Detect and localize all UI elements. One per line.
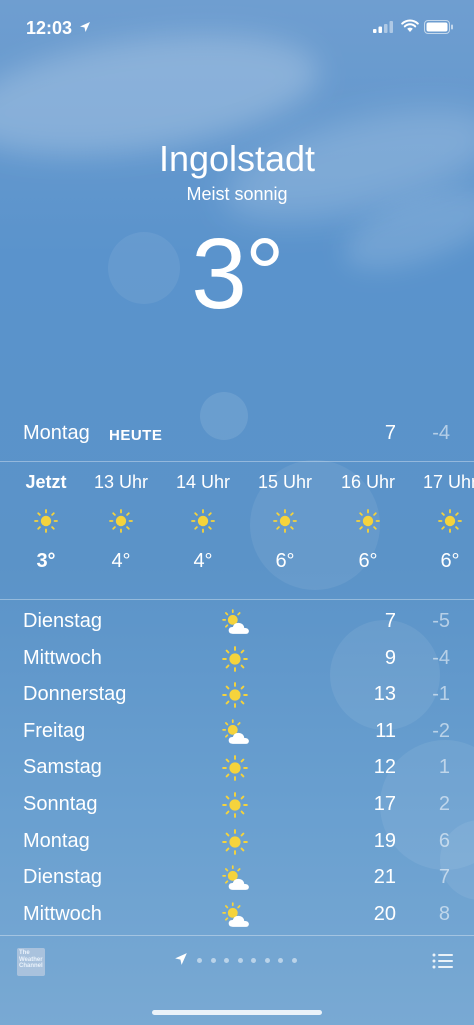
list-item: Mittwoch 9 -4 bbox=[0, 641, 474, 677]
hour-temp: 4° bbox=[111, 550, 131, 572]
hour-time: 13 Uhr bbox=[93, 472, 149, 492]
status-time: 12:03 bbox=[26, 18, 73, 38]
page-dot[interactable] bbox=[210, 958, 216, 963]
sun-icon bbox=[109, 509, 133, 533]
page-dot[interactable] bbox=[264, 958, 270, 963]
day-name: Samstag bbox=[23, 756, 102, 779]
list-item: Donnerstag 13 -1 bbox=[0, 677, 474, 713]
hour-time: 14 Uhr bbox=[175, 472, 231, 492]
today-day: Montag bbox=[23, 422, 90, 444]
hour-item: Jetzt 3° bbox=[6, 463, 86, 573]
list-item: Mittwoch 20 8 bbox=[0, 897, 474, 933]
sun-icon bbox=[191, 509, 215, 533]
weather-condition: Meist sonnig bbox=[186, 184, 288, 204]
partly-cloudy-icon bbox=[222, 902, 250, 928]
hour-time: 15 Uhr bbox=[257, 472, 313, 492]
hour-temp: 6° bbox=[275, 550, 295, 572]
hour-temp: 3° bbox=[36, 550, 56, 572]
partly-cloudy-icon bbox=[222, 609, 250, 635]
wifi-icon bbox=[401, 19, 419, 32]
hour-temp: 6° bbox=[440, 550, 460, 572]
day-name: Mittwoch bbox=[23, 646, 102, 669]
today-low: -4 bbox=[432, 422, 450, 444]
hour-time: Jetzt bbox=[25, 472, 67, 492]
sun-icon bbox=[222, 645, 248, 672]
footer-bar: The Weather Channel bbox=[0, 936, 474, 996]
list-item: Freitag 11 -2 bbox=[0, 714, 474, 750]
list-item: Samstag 12 1 bbox=[0, 750, 474, 786]
day-name: Donnerstag bbox=[23, 683, 127, 706]
hourly-forecast[interactable]: Jetzt 3° 13 Uhr 4° 14 Uhr 4° 15 Uhr 6° 1… bbox=[0, 463, 474, 597]
hour-item: 14 Uhr 4° bbox=[163, 463, 243, 573]
day-high: 17 bbox=[373, 793, 396, 815]
hour-item: 13 Uhr 4° bbox=[81, 463, 161, 573]
day-low: -1 bbox=[432, 683, 450, 706]
list-item: Dienstag 21 7 bbox=[0, 860, 474, 896]
day-low: 1 bbox=[438, 756, 450, 779]
day-low: -5 bbox=[432, 610, 450, 632]
day-high: 9 bbox=[384, 646, 396, 669]
page-dot[interactable] bbox=[278, 958, 283, 963]
hour-temp: 6° bbox=[358, 550, 378, 572]
home-indicator[interactable] bbox=[152, 1010, 322, 1015]
day-name: Freitag bbox=[23, 719, 86, 742]
list-item: Montag 19 6 bbox=[0, 824, 474, 860]
page-dot[interactable] bbox=[224, 958, 229, 963]
day-name: Mittwoch bbox=[23, 902, 102, 925]
list-item: Sonntag 17 2 bbox=[0, 787, 474, 823]
sun-icon bbox=[356, 509, 380, 533]
location-arrow-icon bbox=[80, 22, 90, 32]
day-name: Montag bbox=[23, 829, 90, 852]
day-name: Dienstag bbox=[23, 610, 102, 632]
sun-icon bbox=[222, 755, 248, 782]
day-low: 2 bbox=[438, 793, 450, 815]
day-high: 12 bbox=[373, 756, 396, 779]
hour-temp: 4° bbox=[193, 550, 213, 572]
partly-cloudy-icon bbox=[222, 865, 250, 891]
battery-icon bbox=[424, 20, 453, 34]
current-temperature: 3° bbox=[191, 218, 285, 330]
hour-item: 16 Uhr 6° bbox=[328, 463, 408, 573]
page-dot[interactable] bbox=[291, 958, 297, 963]
sun-icon bbox=[222, 682, 248, 709]
hour-item: 15 Uhr 6° bbox=[245, 463, 325, 573]
day-low: 7 bbox=[438, 866, 450, 889]
divider bbox=[0, 461, 474, 462]
day-high: 20 bbox=[373, 902, 396, 925]
hour-item: 17 Uhr 6° bbox=[410, 463, 474, 573]
list-item: Dienstag 7 -5 bbox=[0, 604, 474, 640]
day-low: -4 bbox=[432, 646, 450, 669]
hour-time: 17 Uhr bbox=[422, 472, 474, 492]
day-low: 8 bbox=[438, 902, 450, 925]
city-name: Ingolstadt bbox=[158, 138, 316, 179]
sun-icon bbox=[222, 828, 248, 855]
page-dot[interactable] bbox=[197, 958, 202, 963]
page-dot[interactable] bbox=[251, 958, 256, 963]
partly-cloudy-icon bbox=[222, 719, 250, 745]
signal-icon bbox=[373, 21, 393, 33]
today-summary: Montag HEUTE 7 -4 bbox=[0, 420, 474, 450]
day-low: 6 bbox=[438, 829, 450, 852]
weather-channel-logo[interactable]: The Weather Channel bbox=[17, 948, 45, 976]
page-dot[interactable] bbox=[237, 958, 243, 963]
day-high: 19 bbox=[373, 829, 396, 852]
day-low: -2 bbox=[432, 719, 450, 742]
day-name: Dienstag bbox=[23, 866, 102, 889]
hour-time: 16 Uhr bbox=[340, 472, 396, 492]
sun-icon bbox=[438, 509, 462, 533]
sun-icon bbox=[34, 509, 58, 533]
status-bar: 12:03 bbox=[0, 0, 474, 54]
day-high: 13 bbox=[373, 683, 396, 706]
day-high: 7 bbox=[384, 610, 396, 632]
divider bbox=[0, 599, 474, 600]
today-high: 7 bbox=[384, 422, 396, 444]
sun-icon bbox=[222, 792, 248, 818]
list-icon[interactable] bbox=[432, 952, 454, 970]
day-high: 11 bbox=[375, 719, 396, 742]
day-name: Sonntag bbox=[23, 793, 98, 815]
day-high: 21 bbox=[373, 866, 396, 889]
current-location-icon bbox=[175, 953, 187, 965]
today-label: HEUTE bbox=[109, 427, 163, 444]
sun-icon bbox=[273, 509, 297, 533]
